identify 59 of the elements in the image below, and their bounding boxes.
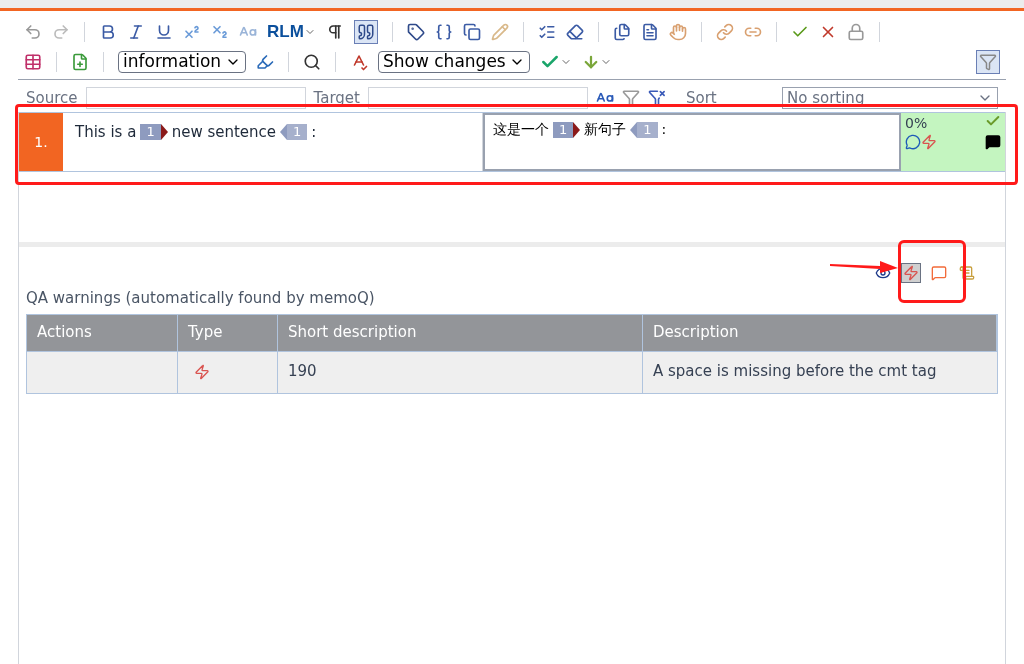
sort-dropdown[interactable]: No sorting	[782, 87, 998, 109]
copy-icon[interactable]	[462, 23, 481, 41]
link-icon[interactable]	[715, 23, 734, 41]
chat-icon[interactable]	[985, 134, 1001, 150]
changes-dropdown[interactable]: Show changes	[378, 51, 530, 73]
table-icon[interactable]	[24, 53, 42, 71]
segment-text: new sentence	[171, 122, 277, 143]
table-cell: 190	[278, 351, 643, 393]
filter-icon[interactable]	[621, 89, 640, 107]
segment-text: 新句子	[584, 120, 627, 139]
sort-label: Sort	[685, 87, 717, 109]
subscript-icon[interactable]	[211, 23, 229, 41]
column-header: Type	[178, 314, 278, 351]
qa-title: QA warnings (automatically found by memoQ)	[25, 288, 376, 309]
comment-icon[interactable]	[905, 134, 921, 150]
filter-toggle[interactable]	[976, 50, 1000, 74]
segment-text: :	[311, 122, 317, 143]
segment-row[interactable]: 1. This is a 1 new sentence 1 : 这是一个 1 新句子 1 : 0%	[19, 112, 1005, 172]
source-filter-field[interactable]	[85, 87, 306, 109]
superscript-icon[interactable]	[183, 23, 201, 41]
rlm-button[interactable]: RLM	[267, 19, 316, 45]
tag-icon[interactable]	[406, 23, 425, 41]
checklist-icon[interactable]	[537, 23, 556, 41]
warning-icon	[194, 364, 210, 380]
segment-text: :	[661, 120, 667, 139]
search-icon[interactable]	[303, 53, 321, 71]
target-filter-field[interactable]	[367, 87, 588, 109]
column-header: Short description	[278, 314, 643, 351]
down-arrow-icon[interactable]	[582, 53, 600, 71]
documents-icon[interactable]	[612, 23, 631, 41]
lightning-toggle[interactable]	[901, 263, 921, 283]
scroll-toggle[interactable]	[957, 263, 977, 283]
column-header: Actions	[27, 314, 178, 351]
document-icon[interactable]	[640, 23, 659, 41]
quote-toggle[interactable]	[353, 20, 378, 44]
undo-icon[interactable]	[24, 23, 42, 41]
source-label: Source	[26, 87, 78, 109]
table-cell-text: A space is missing before the cmt tag	[652, 360, 938, 382]
highlighter-icon[interactable]	[256, 53, 274, 71]
segment-text: This is a	[75, 122, 137, 143]
comment-toggle[interactable]	[929, 263, 949, 283]
style-dropdown[interactable]: information	[118, 51, 246, 73]
arrow-annotation	[830, 258, 898, 274]
lock-icon[interactable]	[846, 23, 865, 41]
braces-icon[interactable]	[434, 23, 453, 41]
target-cell[interactable]: 这是一个 1 新句子 1 :	[483, 113, 901, 171]
target-label: Target	[313, 87, 360, 109]
lightning-icon[interactable]	[921, 134, 937, 150]
underline-icon[interactable]	[155, 23, 173, 41]
italic-icon[interactable]	[127, 23, 145, 41]
segment-text: 这是一个	[493, 120, 549, 139]
new-note-icon[interactable]	[71, 53, 89, 71]
eraser-icon[interactable]	[565, 23, 584, 41]
column-header: Description	[643, 314, 997, 351]
highlight-frame	[898, 240, 966, 303]
hand-icon[interactable]	[668, 23, 687, 41]
segment-number: 1.	[19, 113, 63, 171]
clear-filter-icon[interactable]	[647, 89, 666, 107]
match-percent: 0%	[905, 114, 928, 133]
